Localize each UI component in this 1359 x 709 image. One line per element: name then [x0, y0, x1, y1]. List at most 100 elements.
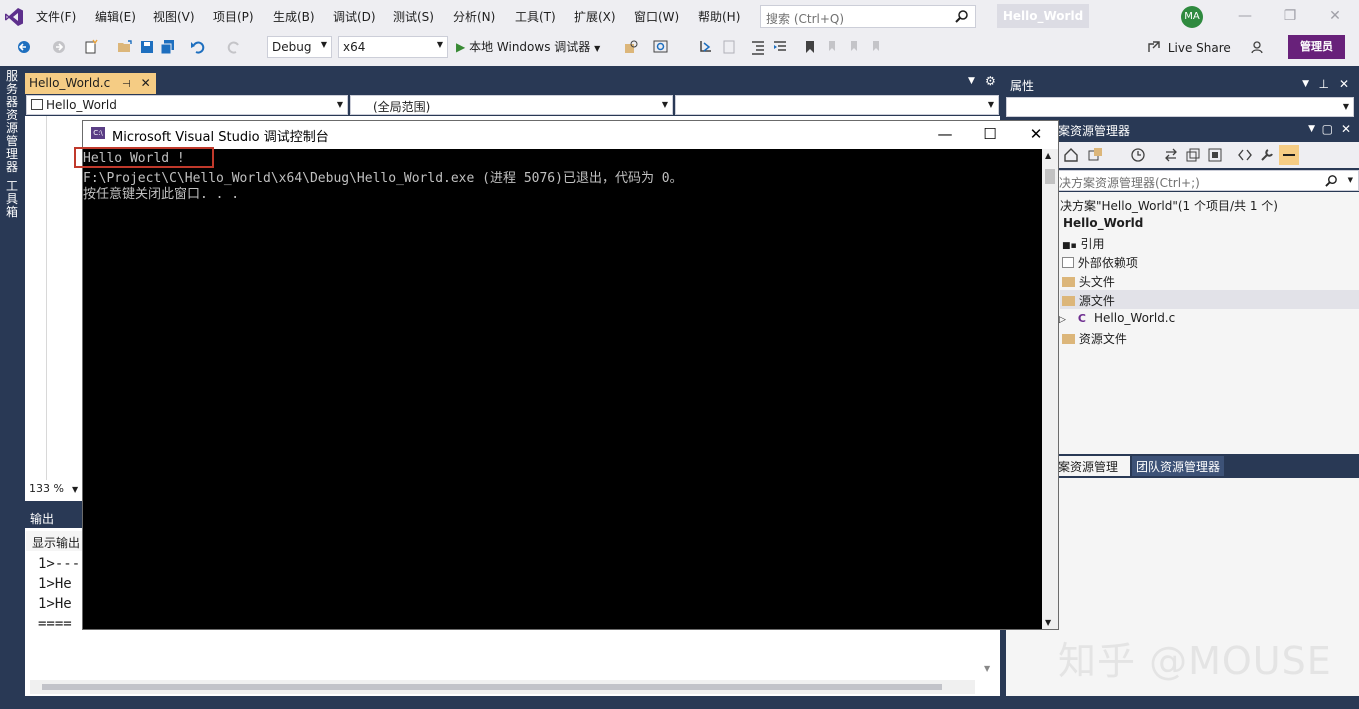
menu-test[interactable]: 测试(S)	[393, 8, 434, 25]
switch-views-icon[interactable]	[1088, 147, 1104, 163]
new-item-icon[interactable]	[83, 39, 99, 55]
clear-bookmarks-icon[interactable]	[869, 39, 885, 55]
output-horizontal-scrollbar[interactable]	[30, 680, 975, 694]
outdent-icon[interactable]	[750, 39, 766, 55]
tree-node-source-files[interactable]: 源文件	[1062, 292, 1115, 309]
menu-debug[interactable]: 调试(D)	[333, 8, 376, 25]
redo-icon[interactable]	[226, 39, 242, 55]
view-code-icon[interactable]	[1237, 147, 1253, 163]
sync-icon[interactable]	[1163, 147, 1179, 163]
chevron-down-icon[interactable]: ▼	[1348, 176, 1353, 184]
properties-wrench-icon[interactable]	[1259, 147, 1275, 163]
server-explorer-tab[interactable]: 服务器资源管理器	[3, 70, 21, 174]
output-title: 输出	[30, 512, 55, 526]
scope-navigation-select[interactable]: (全局范围) ▼	[350, 95, 673, 115]
zoom-level-select[interactable]: 133 % ▼	[26, 481, 82, 498]
bookmark-icon[interactable]	[802, 39, 818, 55]
chevron-right-icon[interactable]: ▷	[1059, 315, 1066, 325]
menu-build[interactable]: 生成(B)	[273, 8, 315, 25]
properties-object-select[interactable]: ▼	[1006, 97, 1354, 117]
member-navigation-select[interactable]: ▼	[675, 95, 999, 115]
external-deps-icon	[1062, 257, 1074, 268]
settings-gear-icon[interactable]: ⚙	[985, 74, 996, 88]
menu-window[interactable]: 窗口(W)	[634, 8, 679, 25]
menu-tools[interactable]: 工具(T)	[515, 8, 556, 25]
home-icon[interactable]	[1063, 147, 1079, 163]
save-all-icon[interactable]	[160, 39, 176, 55]
document-tab-hello-world[interactable]: Hello_World.c ⊣ ✕	[25, 73, 156, 94]
console-title-bar[interactable]: C:\ Microsoft Visual Studio 调试控制台 — ☐ ✕	[83, 121, 1058, 149]
step-into-icon[interactable]	[698, 39, 714, 55]
tree-node-external-deps[interactable]: 外部依赖项	[1062, 254, 1138, 271]
toolbox-tab[interactable]: 工具箱	[3, 180, 21, 219]
close-icon[interactable]: ✕	[1327, 8, 1343, 24]
menu-help[interactable]: 帮助(H)	[698, 8, 740, 25]
close-icon[interactable]: ✕	[1339, 77, 1349, 91]
debug-console-window[interactable]: C:\ Microsoft Visual Studio 调试控制台 — ☐ ✕ …	[82, 120, 1059, 630]
pin-icon[interactable]: ⊥	[1319, 77, 1329, 91]
output-line: 1>He	[38, 596, 72, 612]
step-over-icon[interactable]	[721, 39, 737, 55]
save-icon[interactable]	[139, 39, 155, 55]
tab-team-explorer[interactable]: 团队资源管理器	[1132, 456, 1224, 476]
previous-bookmark-icon[interactable]	[825, 39, 841, 55]
user-avatar[interactable]: MA	[1181, 6, 1203, 28]
scroll-up-icon[interactable]: ▲	[1045, 151, 1051, 160]
maximize-icon[interactable]: ▢	[1322, 122, 1333, 136]
menu-analyze[interactable]: 分析(N)	[453, 8, 495, 25]
solution-platform-select[interactable]: x64 ▼	[338, 36, 448, 58]
close-tab-icon[interactable]: ✕	[141, 76, 151, 90]
highlight-box	[74, 147, 214, 168]
scrollbar-thumb[interactable]	[1045, 169, 1055, 184]
minimize-icon[interactable]: —	[935, 125, 955, 145]
tree-node-header-files[interactable]: 头文件	[1062, 273, 1115, 290]
back-icon[interactable]	[16, 39, 32, 55]
tree-node-resource-files[interactable]: 资源文件	[1062, 330, 1127, 347]
open-folder-icon[interactable]	[117, 39, 133, 55]
undo-icon[interactable]	[190, 39, 206, 55]
project-navigation-select[interactable]: Hello_World ▼	[26, 95, 348, 115]
tree-node-label: 源文件	[1078, 294, 1115, 308]
menu-project[interactable]: 项目(P)	[213, 8, 254, 25]
show-all-files-icon[interactable]	[1207, 147, 1223, 163]
solution-node[interactable]: 决方案"Hello_World"(1 个项目/共 1 个)	[1060, 197, 1278, 214]
console-output[interactable]: Hello World ! F:\Project\C\Hello_World\x…	[83, 149, 1042, 629]
watermark: 知乎 @MOUSE	[1058, 639, 1332, 683]
maximize-icon[interactable]: ☐	[980, 125, 1000, 145]
console-vertical-scrollbar[interactable]: ▲ ▼	[1042, 149, 1058, 629]
tab-list-dropdown-icon[interactable]: ▼	[968, 76, 975, 86]
close-icon[interactable]: ✕	[1026, 125, 1046, 145]
scroll-down-icon[interactable]: ▼	[1045, 618, 1051, 627]
pin-icon[interactable]: ⊣	[122, 79, 131, 90]
search-input[interactable]: 搜索 (Ctrl+Q)	[760, 5, 976, 28]
collapse-all-icon[interactable]	[1185, 147, 1201, 163]
references-icon: ■▪	[1062, 241, 1077, 251]
tree-node-references[interactable]: ■▪ 引用	[1062, 235, 1104, 252]
menu-extensions[interactable]: 扩展(X)	[574, 8, 616, 25]
scrollbar-thumb[interactable]	[42, 684, 942, 690]
chevron-down-icon[interactable]: ▼	[1302, 79, 1309, 89]
tree-node-hello-world-c[interactable]: ▷ C Hello_World.c	[1059, 311, 1175, 325]
minimize-icon[interactable]: —	[1237, 8, 1253, 24]
indent-icon[interactable]	[772, 39, 788, 55]
menu-edit[interactable]: 编辑(E)	[95, 8, 136, 25]
find-in-files-icon[interactable]	[623, 39, 639, 55]
forward-icon[interactable]	[51, 39, 67, 55]
menu-file[interactable]: 文件(F)	[36, 8, 76, 25]
scroll-down-icon[interactable]: ▼	[984, 664, 990, 673]
next-bookmark-icon[interactable]	[847, 39, 863, 55]
project-node[interactable]: Hello_World	[1063, 216, 1143, 230]
pending-changes-icon[interactable]	[1130, 147, 1146, 163]
start-debugging-button[interactable]: ▶ 本地 Windows 调试器 ▼	[456, 38, 600, 55]
solution-configuration-select[interactable]: Debug ▼	[267, 36, 332, 58]
feedback-icon[interactable]	[1250, 39, 1266, 55]
preview-selected-items-button[interactable]	[1279, 145, 1299, 165]
restore-icon[interactable]: ❐	[1282, 8, 1298, 24]
close-icon[interactable]: ✕	[1341, 122, 1351, 136]
live-share-button[interactable]: Live Share	[1147, 40, 1231, 55]
play-icon: ▶	[456, 40, 466, 54]
chevron-down-icon[interactable]: ▼	[1308, 124, 1315, 134]
screenshot-icon[interactable]	[653, 39, 669, 55]
console-line: 按任意键关闭此窗口. . .	[83, 187, 240, 202]
menu-view[interactable]: 视图(V)	[153, 8, 195, 25]
